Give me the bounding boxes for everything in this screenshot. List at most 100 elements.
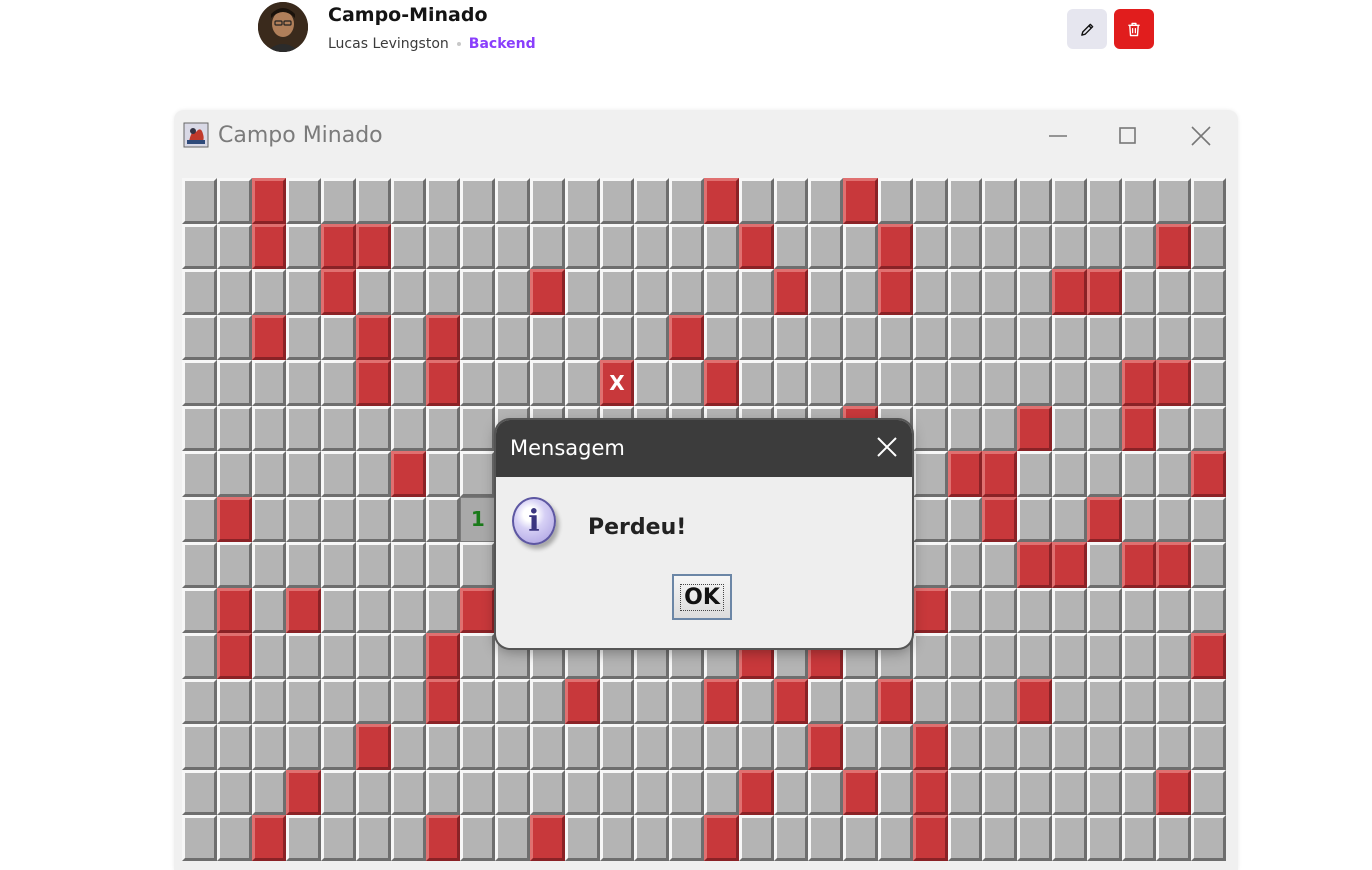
hidden-cell[interactable] [460, 178, 496, 224]
mine-cell[interactable] [912, 815, 948, 861]
mine-cell[interactable] [425, 815, 461, 861]
hidden-cell[interactable] [495, 769, 530, 815]
hidden-cell[interactable] [1121, 815, 1157, 861]
hidden-cell[interactable] [1017, 815, 1052, 861]
hidden-cell[interactable] [703, 314, 739, 360]
hidden-cell[interactable] [390, 633, 426, 679]
hidden-cell[interactable] [355, 542, 391, 588]
hidden-cell[interactable] [877, 769, 913, 815]
hidden-cell[interactable] [182, 496, 217, 542]
hidden-cell[interactable] [634, 314, 670, 360]
hidden-cell[interactable] [182, 314, 217, 360]
hidden-cell[interactable] [390, 724, 426, 770]
hidden-cell[interactable] [216, 724, 252, 770]
mine-cell[interactable] [703, 678, 739, 724]
hidden-cell[interactable] [286, 269, 322, 315]
hidden-cell[interactable] [703, 223, 739, 269]
hidden-cell[interactable] [425, 769, 461, 815]
hidden-cell[interactable] [1191, 360, 1226, 406]
hidden-cell[interactable] [460, 451, 496, 497]
mine-cell[interactable] [773, 269, 809, 315]
minimize-button[interactable] [1038, 118, 1078, 154]
hidden-cell[interactable] [495, 360, 530, 406]
hidden-cell[interactable] [1051, 633, 1087, 679]
hidden-cell[interactable] [982, 633, 1018, 679]
mine-cell[interactable] [1051, 269, 1087, 315]
hidden-cell[interactable] [738, 314, 774, 360]
hidden-cell[interactable] [738, 269, 774, 315]
mine-cell[interactable] [877, 223, 913, 269]
mine-cell[interactable] [355, 314, 391, 360]
mine-cell[interactable] [1017, 405, 1052, 451]
hidden-cell[interactable] [1121, 724, 1157, 770]
hidden-cell[interactable] [564, 223, 600, 269]
hidden-cell[interactable] [912, 405, 948, 451]
hidden-cell[interactable] [216, 678, 252, 724]
hidden-cell[interactable] [877, 724, 913, 770]
hidden-cell[interactable] [1051, 496, 1087, 542]
hidden-cell[interactable] [843, 815, 878, 861]
hidden-cell[interactable] [669, 223, 704, 269]
hidden-cell[interactable] [843, 724, 878, 770]
hidden-cell[interactable] [321, 678, 356, 724]
hidden-cell[interactable] [877, 178, 913, 224]
hidden-cell[interactable] [460, 815, 496, 861]
hidden-cell[interactable] [669, 724, 704, 770]
hidden-cell[interactable] [1086, 633, 1122, 679]
hidden-cell[interactable] [1017, 360, 1052, 406]
mine-cell[interactable] [877, 269, 913, 315]
hidden-cell[interactable] [808, 678, 844, 724]
hidden-cell[interactable] [251, 769, 287, 815]
hidden-cell[interactable] [738, 360, 774, 406]
hidden-cell[interactable] [286, 496, 322, 542]
mine-cell[interactable] [425, 360, 461, 406]
hidden-cell[interactable] [495, 724, 530, 770]
hidden-cell[interactable] [1086, 223, 1122, 269]
hidden-cell[interactable] [564, 815, 600, 861]
hidden-cell[interactable] [460, 678, 496, 724]
author-name[interactable]: Lucas Levingston [328, 36, 449, 52]
hidden-cell[interactable] [460, 633, 496, 679]
mine-cell[interactable] [321, 223, 356, 269]
mine-cell[interactable] [1121, 405, 1157, 451]
hidden-cell[interactable] [529, 769, 565, 815]
mine-cell[interactable] [669, 314, 704, 360]
mine-cell[interactable] [251, 223, 287, 269]
hidden-cell[interactable] [1051, 360, 1087, 406]
hidden-cell[interactable] [564, 269, 600, 315]
hidden-cell[interactable] [1051, 678, 1087, 724]
mine-cell[interactable] [529, 815, 565, 861]
mine-cell[interactable] [773, 678, 809, 724]
hidden-cell[interactable] [982, 724, 1018, 770]
hidden-cell[interactable] [1191, 496, 1226, 542]
hidden-cell[interactable] [947, 223, 983, 269]
hidden-cell[interactable] [877, 314, 913, 360]
mine-cell[interactable] [1121, 360, 1157, 406]
hidden-cell[interactable] [321, 815, 356, 861]
hidden-cell[interactable] [216, 314, 252, 360]
hidden-cell[interactable] [912, 451, 948, 497]
hidden-cell[interactable] [1017, 496, 1052, 542]
hidden-cell[interactable] [982, 542, 1018, 588]
hidden-cell[interactable] [982, 405, 1018, 451]
hidden-cell[interactable] [703, 269, 739, 315]
hidden-cell[interactable] [947, 678, 983, 724]
hidden-cell[interactable] [182, 269, 217, 315]
hidden-cell[interactable] [460, 223, 496, 269]
hidden-cell[interactable] [390, 223, 426, 269]
hidden-cell[interactable] [599, 815, 635, 861]
hidden-cell[interactable] [1051, 769, 1087, 815]
hidden-cell[interactable] [251, 633, 287, 679]
hidden-cell[interactable] [599, 678, 635, 724]
hidden-cell[interactable] [216, 269, 252, 315]
hidden-cell[interactable] [634, 360, 670, 406]
hidden-cell[interactable] [599, 223, 635, 269]
hidden-cell[interactable] [216, 178, 252, 224]
hidden-cell[interactable] [251, 587, 287, 633]
hidden-cell[interactable] [982, 769, 1018, 815]
hidden-cell[interactable] [1086, 815, 1122, 861]
hidden-cell[interactable] [1156, 178, 1192, 224]
hidden-cell[interactable] [355, 405, 391, 451]
hidden-cell[interactable] [1191, 269, 1226, 315]
hidden-cell[interactable] [495, 314, 530, 360]
